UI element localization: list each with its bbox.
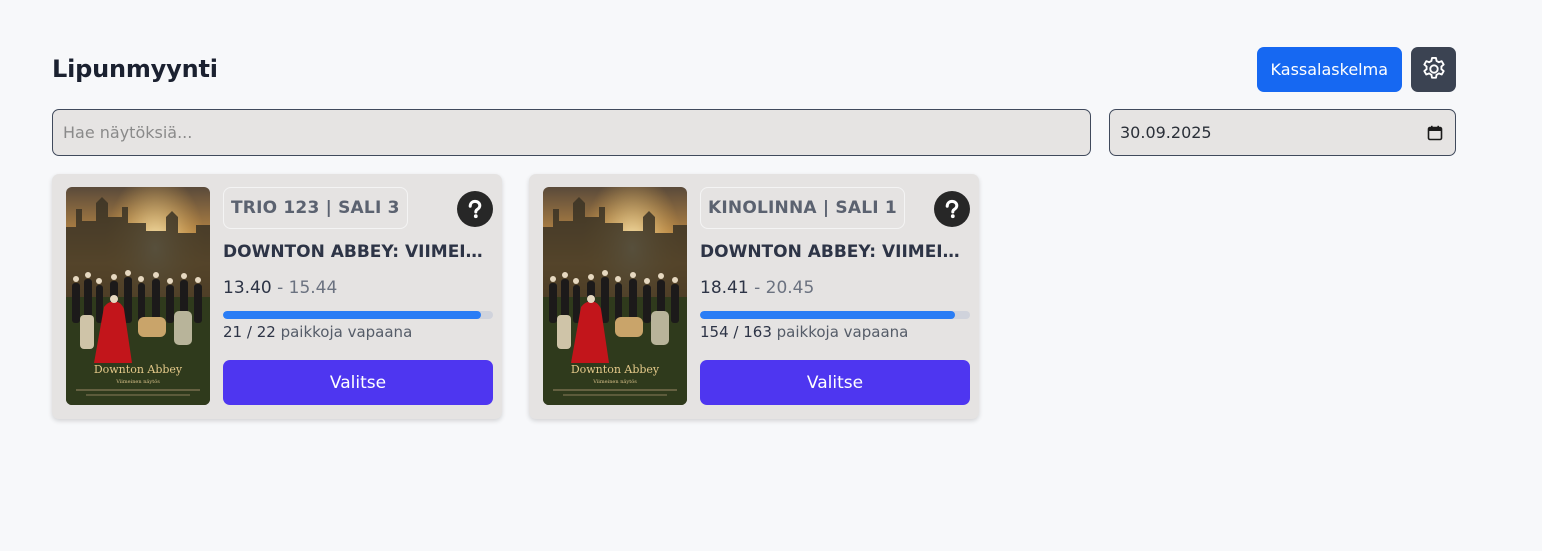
- price-min: 13.40: [223, 278, 272, 298]
- svg-text:Viimeinen näytös: Viimeinen näytös: [115, 379, 160, 385]
- svg-text:Downton Abbey: Downton Abbey: [571, 363, 660, 376]
- seat-progress-fill: [223, 311, 481, 319]
- price-max: 20.45: [765, 278, 815, 298]
- select-button[interactable]: Valitse: [700, 360, 970, 405]
- price-max: 15.44: [288, 278, 338, 298]
- theater-badge: TRIO 123 | SALI 3: [223, 187, 408, 229]
- seat-progress: [700, 311, 970, 319]
- theater-badge: KINOLINNA | SALI 1: [700, 187, 905, 229]
- seats-label: paikkoja vapaana: [776, 323, 909, 341]
- price-separator: -: [754, 278, 761, 298]
- svg-text:Viimeinen näytös: Viimeinen näytös: [592, 379, 637, 385]
- movie-title: DOWNTON ABBEY: VIIMEINEN NÄYTÖS: [700, 242, 970, 262]
- seats-free: 21: [223, 323, 243, 341]
- movie-poster[interactable]: Downton Abbey Viimeinen näytös: [543, 187, 687, 405]
- seats-free: 154: [700, 323, 729, 341]
- movie-title: DOWNTON ABBEY: VIIMEINEN NÄYTÖS: [223, 242, 493, 262]
- question-icon: [468, 199, 482, 219]
- seat-progress-fill: [700, 311, 956, 319]
- help-button[interactable]: [934, 191, 970, 227]
- seat-availability: 154 / 163 paikkoja vapaana: [700, 323, 909, 341]
- svg-text:Downton Abbey: Downton Abbey: [94, 363, 183, 376]
- header-actions: Kassalaskelma: [1256, 46, 1456, 92]
- help-button[interactable]: [457, 191, 493, 227]
- kassalaskelma-button[interactable]: Kassalaskelma: [1256, 46, 1402, 92]
- price-min: 18.41: [700, 278, 749, 298]
- show-card: Downton Abbey Viimeinen näytös KINOLINNA…: [529, 174, 979, 419]
- date-value: 30.09.2025: [1120, 123, 1212, 142]
- seats-total: 163: [743, 323, 772, 341]
- select-button[interactable]: Valitse: [223, 360, 493, 405]
- seat-progress: [223, 311, 493, 319]
- price-range: 18.41 - 20.45: [700, 278, 814, 298]
- page-title: Lipunmyynti: [52, 55, 218, 83]
- seats-total: 22: [256, 323, 276, 341]
- seats-label: paikkoja vapaana: [280, 323, 413, 341]
- price-separator: -: [277, 278, 284, 298]
- seat-availability: 21 / 22 paikkoja vapaana: [223, 323, 413, 341]
- header: Lipunmyynti Kassalaskelma: [52, 46, 1456, 92]
- settings-button[interactable]: [1411, 46, 1456, 92]
- calendar-icon[interactable]: [1427, 125, 1443, 141]
- ticket-sales-page: Lipunmyynti Kassalaskelma 30.09.2025: [0, 0, 1542, 551]
- gear-icon: [1422, 56, 1445, 79]
- filter-row: 30.09.2025: [52, 109, 1456, 156]
- price-range: 13.40 - 15.44: [223, 278, 337, 298]
- question-icon: [945, 199, 959, 219]
- date-field[interactable]: 30.09.2025: [1109, 109, 1456, 156]
- search-input[interactable]: [52, 109, 1091, 156]
- show-card: Downton Abbey Viimeinen näytös TRIO 123 …: [52, 174, 502, 419]
- movie-poster[interactable]: Downton Abbey Viimeinen näytös: [66, 187, 210, 405]
